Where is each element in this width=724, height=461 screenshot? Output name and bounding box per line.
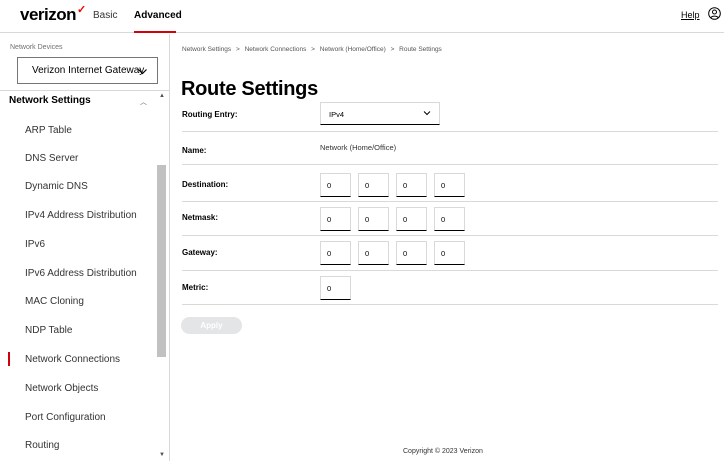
sidebar-section-network-settings[interactable]: Network Settings	[9, 95, 91, 106]
routing-entry-value: IPv4	[329, 110, 345, 119]
gateway-octet-3[interactable]: 0	[396, 241, 427, 265]
top-nav-bar: verizon✓ Basic Advanced Help	[0, 0, 724, 33]
netmask-label: Netmask:	[182, 213, 219, 222]
chevron-up-icon[interactable]: ︿	[140, 97, 147, 107]
routing-entry-select[interactable]: IPv4	[320, 102, 440, 125]
breadcrumb-route-settings: Route Settings	[399, 46, 442, 53]
destination-octet-4[interactable]: 0	[434, 173, 465, 197]
breadcrumb-separator: >	[235, 46, 240, 53]
breadcrumb: Network Settings > Network Connections >…	[182, 46, 445, 53]
sidebar-item-ipv6-address-distribution[interactable]: IPv6 Address Distribution	[25, 268, 137, 279]
tab-basic[interactable]: Basic	[93, 10, 117, 21]
row-divider	[182, 304, 718, 305]
sidebar-divider	[0, 90, 169, 91]
sidebar-item-dns-server[interactable]: DNS Server	[25, 153, 78, 164]
scroll-down-arrow-icon[interactable]: ▼	[159, 452, 165, 458]
netmask-octet-4[interactable]: 0	[434, 207, 465, 231]
device-select-value: Verizon Internet Gateway	[32, 65, 145, 76]
sidebar-item-dynamic-dns[interactable]: Dynamic DNS	[25, 181, 88, 192]
row-divider	[182, 164, 718, 165]
name-value: Network (Home/Office)	[320, 143, 397, 152]
sidebar-item-port-configuration[interactable]: Port Configuration	[25, 412, 106, 423]
metric-label: Metric:	[182, 283, 209, 292]
breadcrumb-separator: >	[390, 46, 395, 53]
metric-input[interactable]: 0	[320, 276, 351, 300]
gateway-label: Gateway:	[182, 248, 218, 257]
breadcrumb-separator: >	[311, 46, 315, 53]
device-select[interactable]: Verizon Internet Gateway	[17, 57, 158, 84]
row-divider	[182, 201, 718, 202]
sidebar-item-network-connections[interactable]: Network Connections	[25, 354, 120, 365]
sidebar-active-indicator	[8, 352, 10, 366]
help-link[interactable]: Help	[681, 10, 700, 20]
tab-advanced[interactable]: Advanced	[134, 10, 182, 21]
netmask-octet-3[interactable]: 0	[396, 207, 427, 231]
verizon-logo[interactable]: verizon✓	[20, 4, 86, 25]
sidebar-item-ipv6[interactable]: IPv6	[25, 239, 45, 250]
chevron-down-icon	[138, 69, 147, 75]
scroll-up-arrow-icon[interactable]: ▲	[159, 93, 165, 99]
destination-octet-1[interactable]: 0	[320, 173, 351, 197]
destination-label: Destination:	[182, 180, 229, 189]
copyright-text: Copyright © 2023 Verizon	[403, 448, 483, 455]
routing-entry-label: Routing Entry:	[182, 110, 238, 119]
sidebar-item-routing[interactable]: Routing	[25, 440, 59, 451]
page-title: Route Settings	[181, 78, 318, 100]
breadcrumb-network-connections[interactable]: Network Connections	[245, 46, 307, 53]
breadcrumb-network-home-office[interactable]: Network (Home/Office)	[320, 46, 386, 53]
destination-octet-2[interactable]: 0	[358, 173, 389, 197]
row-divider	[182, 270, 718, 271]
sidebar-item-arp-table[interactable]: ARP Table	[25, 125, 72, 136]
destination-octet-3[interactable]: 0	[396, 173, 427, 197]
sidebar-item-mac-cloning[interactable]: MAC Cloning	[25, 296, 84, 307]
sidebar-item-ndp-table[interactable]: NDP Table	[25, 325, 72, 336]
gateway-octet-2[interactable]: 0	[358, 241, 389, 265]
gateway-octet-4[interactable]: 0	[434, 241, 465, 265]
name-label: Name:	[182, 146, 207, 155]
netmask-octet-2[interactable]: 0	[358, 207, 389, 231]
row-divider	[182, 131, 718, 132]
sidebar: Network Devices Verizon Internet Gateway…	[0, 34, 170, 461]
gateway-octet-1[interactable]: 0	[320, 241, 351, 265]
sidebar-item-ipv4-address-distribution[interactable]: IPv4 Address Distribution	[25, 210, 137, 221]
user-circle-icon[interactable]	[708, 7, 721, 20]
chevron-down-icon	[423, 111, 431, 116]
active-tab-indicator	[134, 31, 176, 33]
breadcrumb-network-settings[interactable]: Network Settings	[182, 46, 231, 53]
network-devices-label: Network Devices	[10, 44, 63, 51]
sidebar-item-network-objects[interactable]: Network Objects	[25, 383, 98, 394]
sidebar-scrollbar-thumb[interactable]	[157, 165, 166, 357]
row-divider	[182, 235, 718, 236]
logo-checkmark: ✓	[77, 4, 86, 16]
netmask-octet-1[interactable]: 0	[320, 207, 351, 231]
apply-button[interactable]: Apply	[181, 317, 242, 334]
